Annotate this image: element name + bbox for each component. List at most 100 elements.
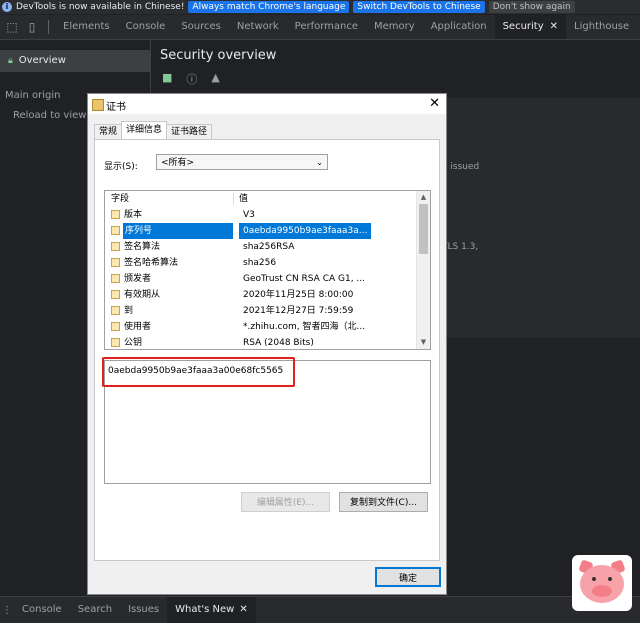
sidebar-item-label: Overview bbox=[18, 55, 66, 66]
field-row[interactable]: 签名哈希算法 sha256 bbox=[105, 255, 417, 271]
column-header-field[interactable]: 字段 bbox=[111, 191, 129, 207]
dialog-close-icon[interactable]: ✕ bbox=[429, 96, 440, 111]
tab-memory[interactable]: Memory bbox=[366, 15, 423, 39]
tab-console[interactable]: Console bbox=[118, 15, 174, 39]
fields-scrollbar[interactable]: ▲ ▼ bbox=[416, 191, 430, 349]
scroll-thumb[interactable] bbox=[419, 204, 428, 254]
toolbar-divider bbox=[48, 20, 49, 34]
fields-list: 字段 值 版本 V3 序列号 0aebda9950b9ae3faaa3a... 签名… bbox=[104, 190, 431, 350]
dialog-titlebar: 证书 ✕ bbox=[88, 94, 446, 114]
tab-sources[interactable]: Sources bbox=[173, 15, 229, 39]
scroll-down-icon[interactable]: ▼ bbox=[417, 336, 430, 349]
info-icon: i bbox=[2, 2, 12, 12]
language-infobar: i DevTools is now available in Chinese! … bbox=[0, 0, 640, 14]
field-name: 版本 bbox=[124, 210, 143, 220]
infobar-message: DevTools is now available in Chinese! bbox=[16, 2, 185, 12]
lock-icon: 🔒︎ bbox=[8, 56, 13, 66]
drawer-tab-whats-new[interactable]: What's New ✕ bbox=[167, 597, 256, 623]
field-row-selected[interactable]: 序列号 0aebda9950b9ae3faaa3a... bbox=[105, 223, 417, 239]
tab-application[interactable]: Application bbox=[423, 15, 495, 39]
field-icon bbox=[111, 290, 120, 299]
field-name: 签名算法 bbox=[124, 242, 161, 252]
show-select-value: <所有> bbox=[161, 158, 195, 168]
field-value: *.zhihu.com, 智者四海（北... bbox=[243, 322, 366, 332]
security-status-icons: ■ ⓘ ▲ bbox=[162, 71, 220, 87]
chevron-down-icon: ⌄ bbox=[316, 158, 323, 167]
field-value: 0aebda9950b9ae3faaa3a... bbox=[239, 223, 371, 239]
field-row[interactable]: 有效期从 2020年11月25日 8:00:00 bbox=[105, 287, 417, 303]
field-name: 使用者 bbox=[124, 322, 152, 332]
field-icon bbox=[111, 226, 120, 235]
field-name: 有效期从 bbox=[124, 290, 161, 300]
field-icon bbox=[111, 210, 120, 219]
more-options-icon[interactable]: ⋮ bbox=[0, 605, 14, 616]
always-match-language-button[interactable]: Always match Chrome's language bbox=[188, 1, 350, 13]
connection-protocol-text: TLS 1.3, bbox=[442, 242, 479, 252]
show-label: 显示(S): bbox=[104, 162, 138, 172]
device-toolbar-icon[interactable]: ▯ bbox=[24, 19, 40, 35]
field-value: V3 bbox=[243, 210, 255, 220]
field-row[interactable]: 使用者 *.zhihu.com, 智者四海（北... bbox=[105, 319, 417, 335]
field-row[interactable]: 版本 V3 bbox=[105, 207, 417, 223]
field-name: 颁发者 bbox=[124, 274, 152, 284]
scroll-up-icon[interactable]: ▲ bbox=[417, 191, 430, 204]
warning-triangle-icon: ▲ bbox=[211, 71, 220, 84]
copy-to-file-button[interactable]: 复制到文件(C)... bbox=[339, 492, 428, 512]
tab-performance[interactable]: Performance bbox=[287, 15, 366, 39]
tab-security[interactable]: Security ✕ bbox=[494, 15, 567, 39]
switch-to-chinese-button[interactable]: Switch DevTools to Chinese bbox=[353, 1, 485, 13]
details-panel: 显示(S): <所有> ⌄ 字段 值 版本 V3 序列号 0aebda9950b9a… bbox=[94, 139, 440, 561]
tab-details[interactable]: 详细信息 bbox=[121, 121, 168, 139]
sidebar-item-overview[interactable]: 🔒︎ Overview bbox=[0, 50, 150, 72]
tab-general[interactable]: 常规 bbox=[94, 124, 123, 139]
tab-security-label: Security bbox=[502, 21, 544, 32]
dialog-tabs: 常规 详细信息 证书路径 bbox=[94, 121, 213, 139]
field-row[interactable]: 签名算法 sha256RSA bbox=[105, 239, 417, 255]
field-icon bbox=[111, 258, 120, 267]
drawer-tab-issues[interactable]: Issues bbox=[120, 597, 167, 623]
pig-sticker-icon bbox=[572, 555, 632, 611]
tab-network[interactable]: Network bbox=[229, 15, 287, 39]
dialog-title: 证书 bbox=[106, 102, 126, 113]
field-row[interactable]: 到 2021年12月27日 7:59:59 bbox=[105, 303, 417, 319]
pig-face bbox=[580, 565, 624, 603]
serial-highlight-box bbox=[102, 357, 295, 387]
drawer-tab-console[interactable]: Console bbox=[14, 597, 70, 623]
certificate-icon bbox=[92, 99, 104, 111]
fields-list-header: 字段 值 bbox=[105, 191, 415, 207]
drawer-tab-label: What's New bbox=[175, 604, 235, 615]
drawer-tabbar: ⋮ Console Search Issues What's New ✕ bbox=[0, 596, 640, 623]
tab-lighthouse[interactable]: Lighthouse bbox=[566, 15, 637, 39]
drawer-tab-search[interactable]: Search bbox=[70, 597, 120, 623]
certificate-dialog: 证书 ✕ 常规 详细信息 证书路径 显示(S): <所有> ⌄ 字段 值 版本 V… bbox=[87, 93, 447, 595]
field-icon bbox=[111, 338, 120, 347]
pig-eye bbox=[592, 577, 596, 581]
certificate-issued-text: e issued bbox=[442, 162, 480, 172]
tab-certification-path[interactable]: 证书路径 bbox=[166, 124, 213, 139]
page-title: Security overview bbox=[160, 48, 277, 63]
edit-properties-button[interactable]: 编辑属性(E)... bbox=[241, 492, 330, 512]
column-divider bbox=[233, 193, 234, 205]
field-value: RSA (2048 Bits) bbox=[243, 338, 314, 348]
field-value: GeoTrust CN RSA CA G1, ... bbox=[243, 274, 366, 284]
close-icon[interactable]: ✕ bbox=[239, 604, 247, 615]
field-row[interactable]: 公钥 RSA (2048 Bits) bbox=[105, 335, 417, 349]
tab-elements[interactable]: Elements bbox=[55, 15, 118, 39]
secure-lock-icon: ■ bbox=[162, 71, 173, 84]
field-icon bbox=[111, 306, 120, 315]
field-icon bbox=[111, 322, 120, 331]
field-row[interactable]: 颁发者 GeoTrust CN RSA CA G1, ... bbox=[105, 271, 417, 287]
field-name: 签名哈希算法 bbox=[124, 258, 179, 268]
devtools-tabbar: ⬚ ▯ Elements Console Sources Network Per… bbox=[0, 15, 640, 40]
close-icon[interactable]: ✕ bbox=[550, 21, 558, 32]
pig-eye bbox=[608, 577, 612, 581]
field-name: 公钥 bbox=[124, 338, 143, 348]
column-header-value[interactable]: 值 bbox=[239, 191, 248, 207]
field-icon bbox=[111, 242, 120, 251]
show-select[interactable]: <所有> ⌄ bbox=[156, 154, 328, 170]
field-value: 2020年11月25日 8:00:00 bbox=[243, 290, 354, 300]
inspect-element-icon[interactable]: ⬚ bbox=[4, 19, 20, 35]
dont-show-again-button[interactable]: Don't show again bbox=[488, 1, 575, 13]
field-name: 到 bbox=[124, 306, 134, 316]
ok-button[interactable]: 确定 bbox=[375, 567, 441, 587]
